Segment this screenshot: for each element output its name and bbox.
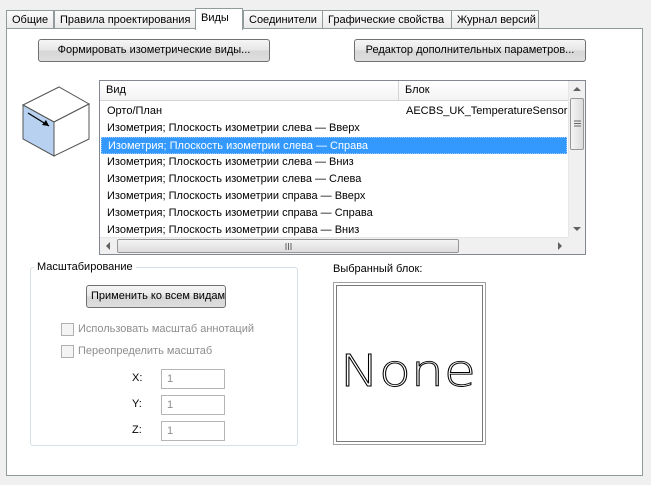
selected-block-label: Выбранный блок: <box>333 263 423 275</box>
scroll-corner <box>568 237 585 254</box>
scaling-group-title: Масштабирование <box>34 261 136 273</box>
scroll-left-arrow-icon[interactable] <box>105 242 111 250</box>
list-item-block: AECBS_UK_TemperatureSensor <box>406 105 568 117</box>
list-item-view: Орто/План <box>107 105 163 117</box>
list-item-view: Изометрия; Плоскость изометрии справа — … <box>107 207 373 219</box>
list-item[interactable]: Изометрия; Плоскость изометрии слева — В… <box>101 120 567 137</box>
column-header-view[interactable]: Вид <box>100 81 399 101</box>
block-preview-drawing: None <box>340 346 477 398</box>
y-scale-field[interactable]: 1 <box>161 395 225 415</box>
scroll-up-arrow-icon[interactable] <box>573 86 581 92</box>
selected-block-preview: None <box>333 282 486 445</box>
list-item-view: Изометрия; Плоскость изометрии слева — С… <box>108 140 369 152</box>
scroll-right-arrow-icon[interactable] <box>557 242 563 250</box>
y-scale-label: Y: <box>132 398 142 410</box>
apply-to-all-views-button[interactable]: Применить ко всем видам <box>86 285 226 308</box>
grip-icon <box>285 243 292 250</box>
scroll-down-arrow-icon[interactable] <box>573 226 581 232</box>
list-item[interactable]: Изометрия; Плоскость изометрии слева — В… <box>101 154 567 171</box>
grip-icon <box>574 120 581 127</box>
use-annotation-scale-label: Использовать масштаб аннотаций <box>78 323 255 335</box>
horizontal-scrollbar[interactable] <box>100 237 568 254</box>
list-item-view: Изометрия; Плоскость изометрии слева — С… <box>107 173 362 185</box>
list-header: Вид Блок <box>100 81 568 101</box>
override-scale-checkbox[interactable] <box>61 345 74 358</box>
vertical-scrollbar[interactable] <box>568 81 585 237</box>
list-item-view: Изометрия; Плоскость изометрии слева — В… <box>107 156 354 168</box>
list-item-view: Изометрия; Плоскость изометрии справа — … <box>107 190 366 202</box>
views-list[interactable]: Вид Блок Орто/План AECBS_UK_TemperatureSe… <box>99 80 586 255</box>
isometric-cube-icon <box>21 86 91 157</box>
list-item[interactable]: Изометрия; Плоскость изометрии слева — С… <box>101 171 567 188</box>
z-scale-label: Z: <box>132 424 142 436</box>
list-item[interactable]: Орто/План AECBS_UK_TemperatureSensor <box>101 103 567 120</box>
list-item-view: Изометрия; Плоскость изометрии слева — В… <box>107 122 360 134</box>
list-item[interactable]: Изометрия; Плоскость изометрии слева — С… <box>101 137 567 154</box>
list-item[interactable]: Изометрия; Плоскость изометрии справа — … <box>101 188 567 205</box>
list-item-view: Изометрия; Плоскость изометрии справа — … <box>107 224 360 236</box>
column-header-block[interactable]: Блок <box>399 81 568 101</box>
generate-isometric-views-button[interactable]: Формировать изометрические виды... <box>38 39 270 62</box>
z-scale-field[interactable]: 1 <box>161 421 225 441</box>
override-scale-label: Переопределить масштаб <box>78 345 213 357</box>
list-item[interactable]: Изометрия; Плоскость изометрии справа — … <box>101 205 567 222</box>
x-scale-field[interactable]: 1 <box>161 369 225 389</box>
horizontal-scroll-thumb[interactable] <box>117 239 459 253</box>
additional-parameters-editor-button[interactable]: Редактор дополнительных параметров... <box>354 39 586 62</box>
use-annotation-scale-checkbox[interactable] <box>61 323 74 336</box>
block-preview-text: None <box>340 346 476 397</box>
x-scale-label: X: <box>132 372 143 384</box>
vertical-scroll-thumb[interactable] <box>570 98 584 150</box>
